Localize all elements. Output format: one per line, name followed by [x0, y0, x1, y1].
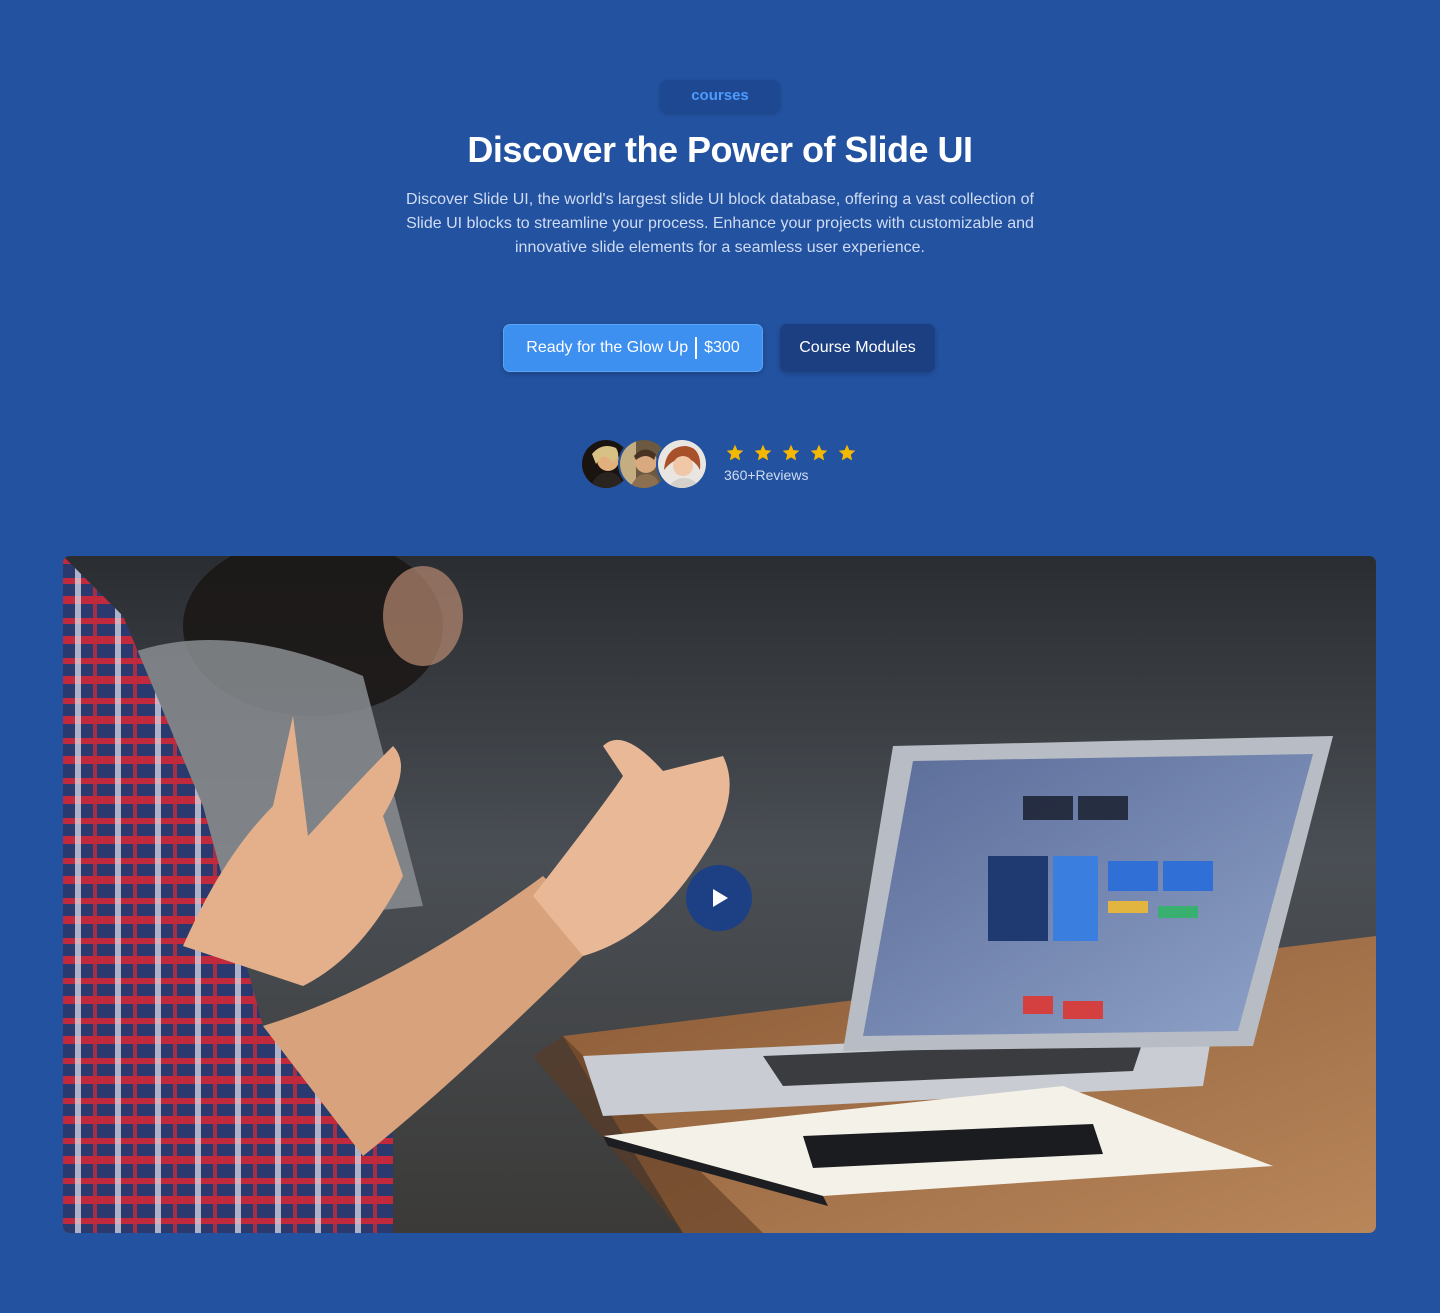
hero-description: Discover Slide UI, the world's largest s…: [406, 191, 1034, 256]
hero-section: courses Discover the Power of Slide UI D…: [0, 0, 1440, 540]
star-icon: [782, 444, 800, 461]
star-icon: [810, 444, 828, 461]
reviews-count: 360+Reviews: [724, 467, 809, 483]
star-icon: [726, 444, 744, 461]
play-icon: [713, 889, 728, 907]
star-icon: [838, 444, 856, 461]
glow-up-button-label: Ready for the Glow Up: [526, 339, 689, 356]
rating-stars: [725, 443, 857, 463]
glow-up-button-price: $300: [704, 339, 740, 356]
play-button[interactable]: [686, 865, 752, 931]
glow-up-button[interactable]: Ready for the Glow Up $300: [503, 324, 763, 372]
course-modules-button[interactable]: Course Modules: [780, 324, 935, 372]
page-title: Discover the Power of Slide UI: [467, 129, 973, 170]
star-icon: [754, 444, 772, 461]
avatar: [656, 438, 708, 490]
course-video[interactable]: [63, 556, 1376, 1233]
courses-badge: courses: [660, 80, 780, 112]
button-divider: [695, 337, 698, 359]
reviewer-avatars: [580, 438, 710, 490]
